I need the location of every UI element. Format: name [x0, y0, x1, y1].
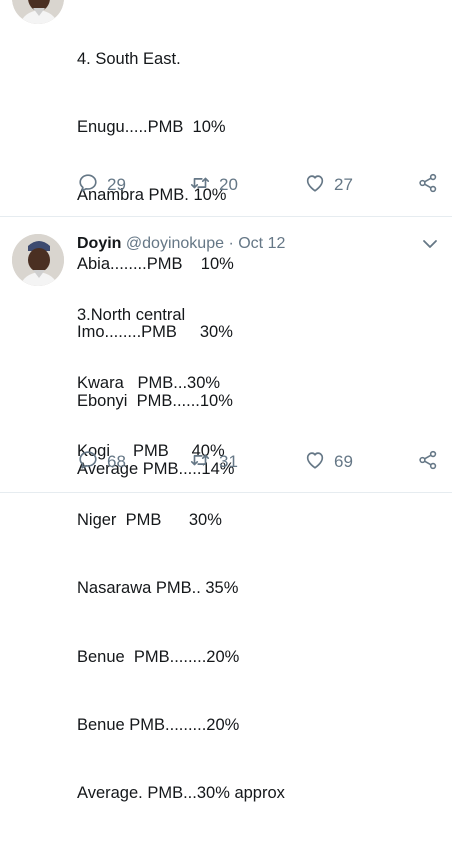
tweet-header: Doyin @doyinokupe · Oct 12: [77, 234, 285, 254]
retweet-count: 31: [219, 452, 238, 471]
tweet-actions: 68 31 69: [77, 449, 443, 475]
share-button[interactable]: [417, 449, 439, 475]
share-button[interactable]: [417, 172, 439, 198]
tweet-line: 4. South East.: [77, 49, 181, 68]
reply-icon: [77, 172, 99, 199]
author-name[interactable]: Doyin: [77, 235, 121, 252]
tweet-divider: [0, 216, 452, 217]
like-count: 27: [334, 175, 353, 194]
tweet-line: Enugu.....PMB 10%: [77, 117, 226, 136]
tweet-date[interactable]: Oct 12: [238, 235, 285, 252]
tweet-1[interactable]: 4. South East. Enugu.....PMB 10% Anambra…: [0, 0, 452, 478]
tweet-line: 3.North central: [77, 305, 186, 324]
retweet-count: 20: [219, 175, 238, 194]
tweet-line: Benue PMB........20%: [77, 647, 240, 666]
tweet-line: Niger PMB 30%: [77, 510, 222, 529]
heart-icon: [304, 172, 326, 199]
reply-button[interactable]: 68: [77, 449, 126, 475]
reply-count: 68: [107, 452, 126, 471]
heart-icon: [304, 449, 326, 476]
tweet-text: 3.North central Kwara PMB...30% Kogi PMB…: [77, 258, 285, 851]
retweet-button[interactable]: 31: [189, 449, 238, 475]
author-handle[interactable]: @doyinokupe: [126, 235, 224, 252]
like-button[interactable]: 69: [304, 449, 353, 475]
avatar[interactable]: [12, 234, 64, 286]
reply-count: 29: [107, 175, 126, 194]
tweet-line: Average. PMB...30% approx: [77, 784, 285, 803]
tweet-2[interactable]: Doyin @doyinokupe · Oct 12 3.North centr…: [0, 234, 452, 802]
tweet-actions: 29 20 27: [77, 172, 443, 198]
share-icon: [417, 449, 439, 476]
retweet-icon: [189, 172, 211, 199]
retweet-icon: [189, 449, 211, 476]
tweet-line: Nasarawa PMB.. 35%: [77, 579, 239, 598]
share-icon: [417, 172, 439, 199]
like-count: 69: [334, 452, 353, 471]
tweet-divider: [0, 492, 452, 493]
avatar[interactable]: [12, 0, 64, 24]
tweet-line: Kwara PMB...30%: [77, 373, 221, 392]
like-button[interactable]: 27: [304, 172, 353, 198]
reply-button[interactable]: 29: [77, 172, 126, 198]
retweet-button[interactable]: 20: [189, 172, 238, 198]
separator-dot: ·: [228, 235, 234, 252]
reply-icon: [77, 449, 99, 476]
chevron-down-icon[interactable]: [420, 234, 440, 259]
tweet-line: Benue PMB.........20%: [77, 715, 240, 734]
